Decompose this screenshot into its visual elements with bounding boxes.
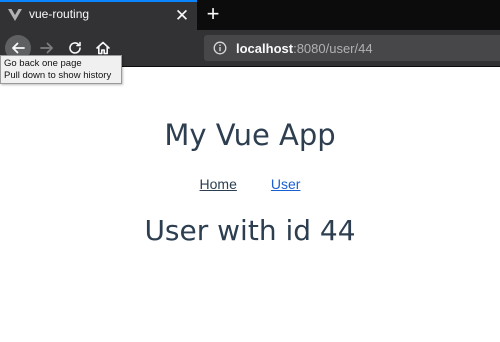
vue-logo-icon	[8, 9, 22, 21]
arrow-left-icon	[12, 42, 25, 54]
arrow-right-icon	[40, 42, 53, 54]
close-icon[interactable]: ✕	[172, 5, 192, 25]
nav-link-home[interactable]: Home	[200, 176, 237, 192]
nav-link-user[interactable]: User	[271, 176, 301, 192]
tooltip-line-2: Pull down to show history	[4, 70, 112, 81]
tooltip-line-1: Go back one page	[4, 58, 82, 69]
back-button-tooltip: Go back one page Pull down to show histo…	[0, 55, 122, 84]
tab-vue-routing[interactable]: vue-routing ✕	[0, 0, 197, 30]
tab-title: vue-routing	[29, 7, 90, 21]
home-icon	[96, 41, 110, 55]
url-host: localhost	[236, 41, 294, 56]
url-bar[interactable]: localhost:8080/user/44	[204, 35, 500, 61]
reload-icon	[69, 41, 81, 54]
info-icon[interactable]	[213, 41, 227, 55]
plus-icon[interactable]: +	[201, 2, 225, 26]
user-heading: User with id 44	[144, 214, 356, 247]
url-path: :8080/user/44	[293, 41, 373, 56]
router-nav: Home User	[0, 176, 500, 192]
tab-strip: vue-routing ✕ +	[0, 0, 500, 30]
app-title: My Vue App	[164, 118, 336, 152]
url-text[interactable]: localhost:8080/user/44	[236, 41, 373, 56]
